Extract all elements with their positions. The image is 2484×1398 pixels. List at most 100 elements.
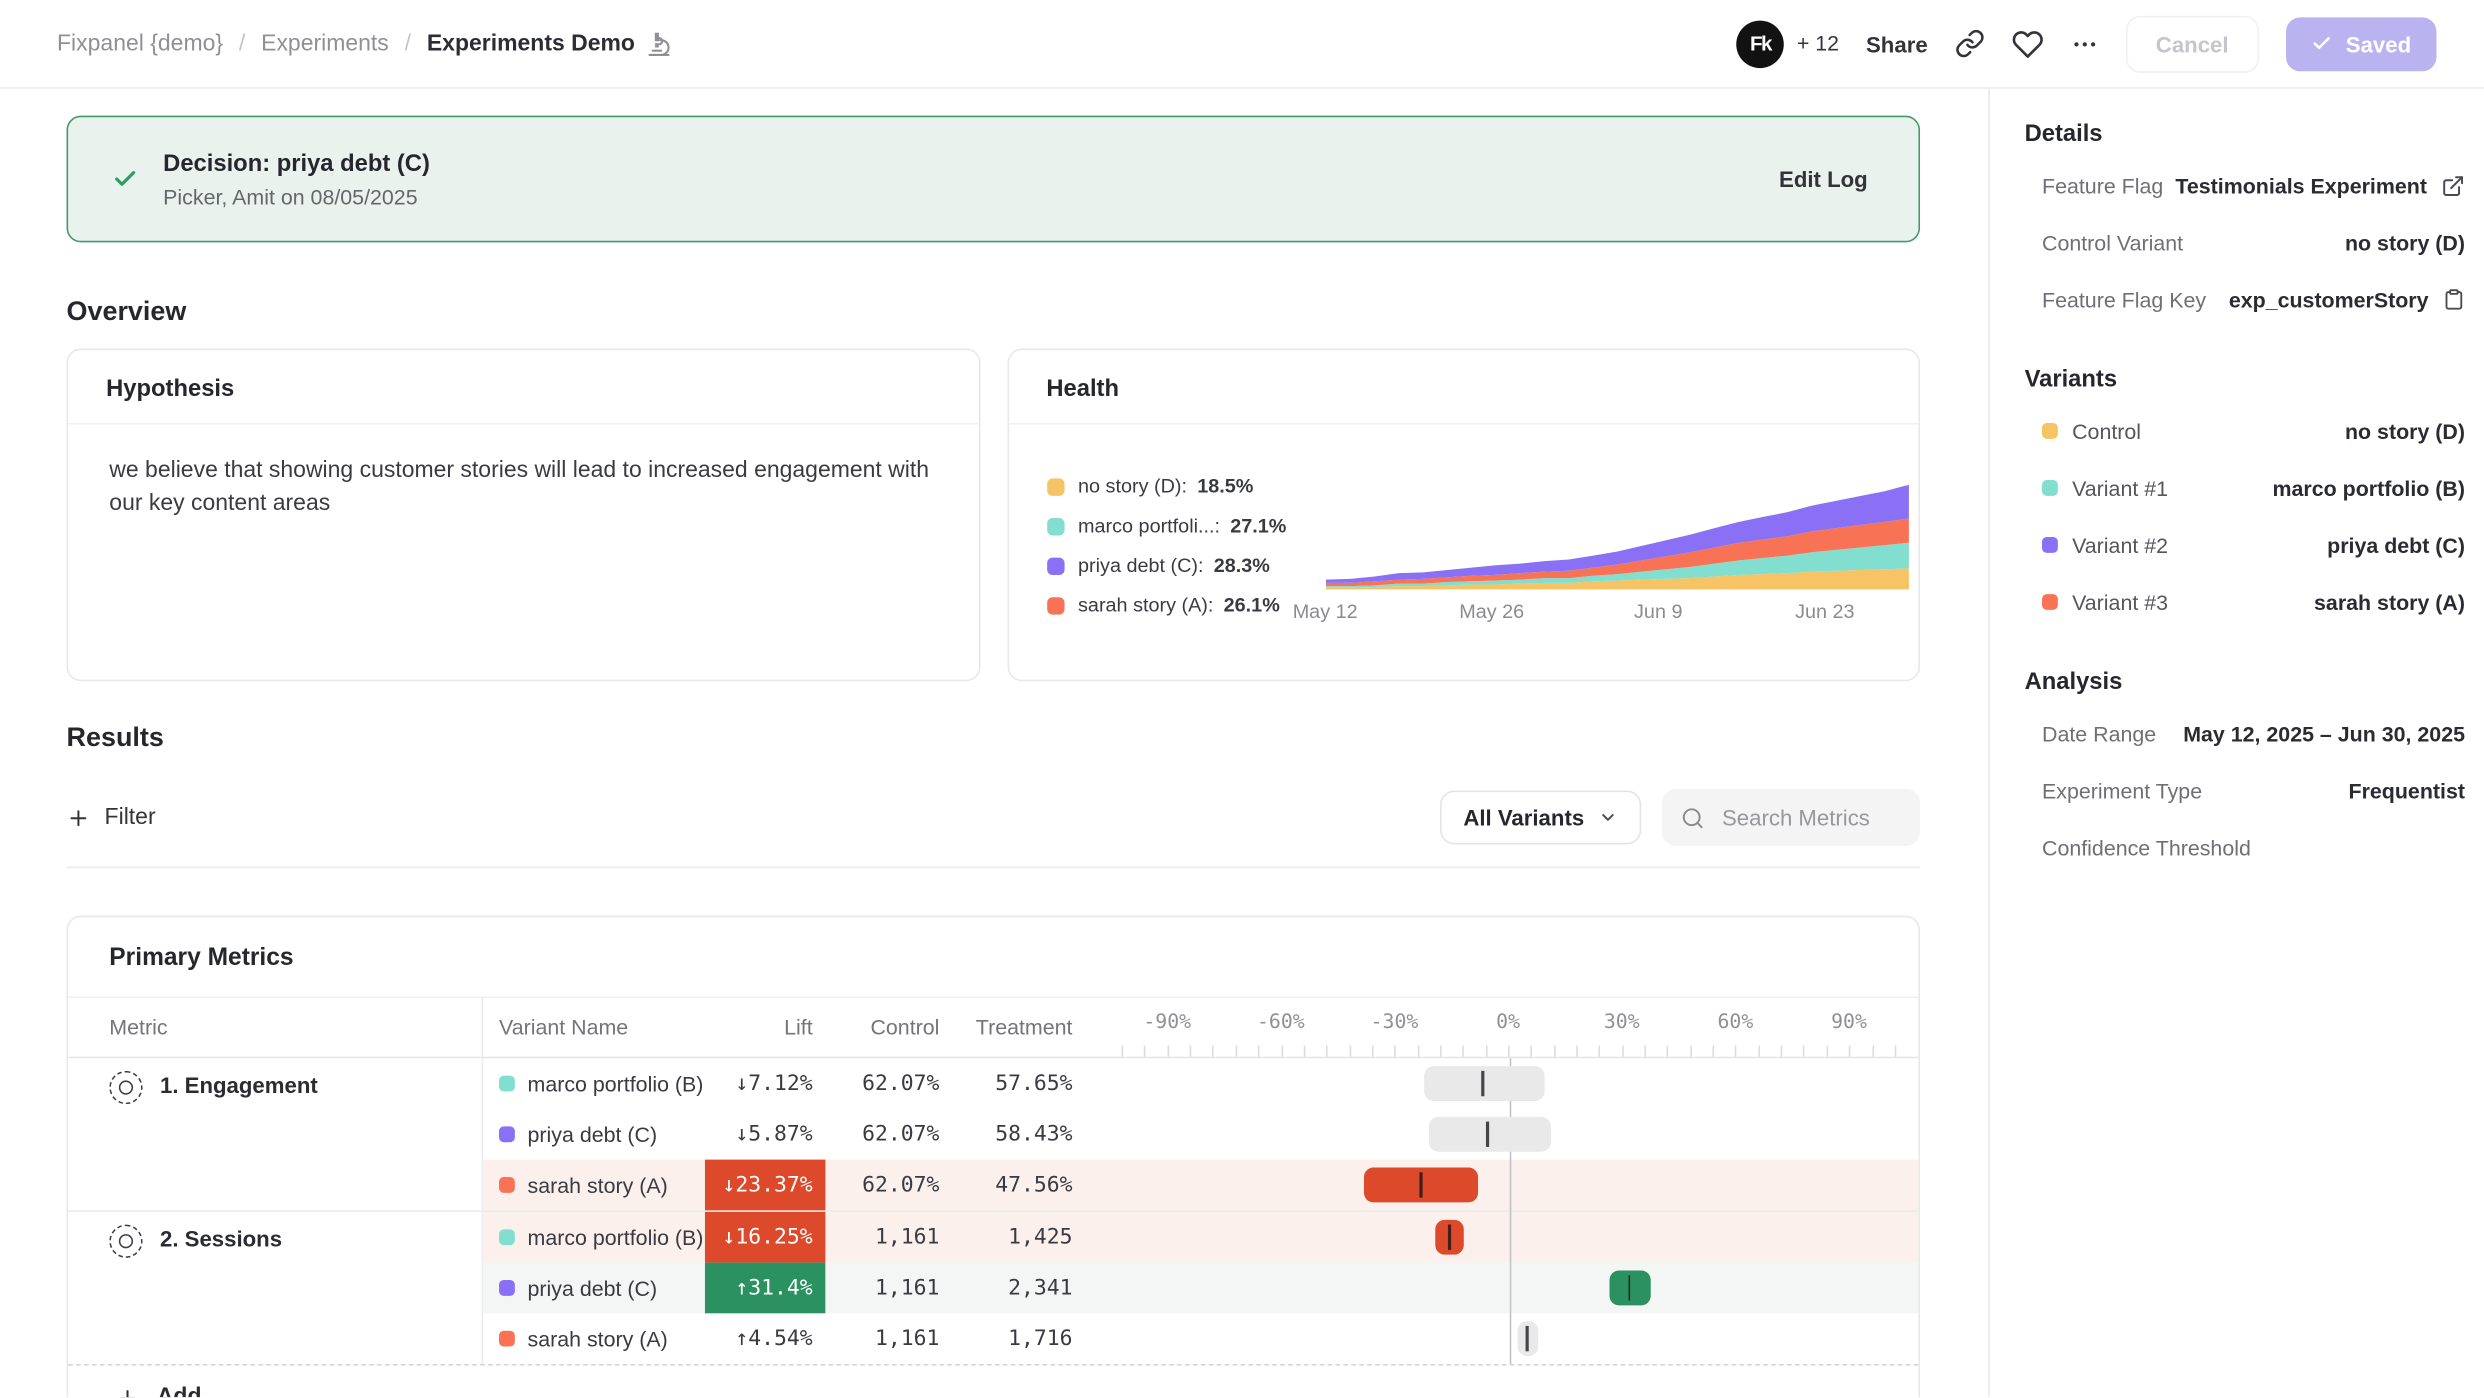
legend-swatch bbox=[1046, 517, 1063, 534]
variant-row: Variant #1marco portfolio (B) bbox=[2025, 459, 2465, 516]
metric-cell[interactable]: 2. Sessions bbox=[68, 1212, 483, 1364]
treatment-value: 1,716 bbox=[952, 1326, 1085, 1351]
variant-name: sarah story (A) bbox=[528, 1173, 668, 1197]
axis-tick bbox=[1190, 1046, 1192, 1057]
analysis-label: Date Range bbox=[2025, 722, 2157, 746]
axis-tick bbox=[1417, 1046, 1419, 1057]
variants-dropdown[interactable]: All Variants bbox=[1440, 791, 1642, 845]
point-estimate-marker bbox=[1481, 1071, 1483, 1096]
health-card: Health no story (D): 18.5%marco portfoli… bbox=[1007, 349, 1920, 682]
lift-value: ↑31.4% bbox=[705, 1263, 825, 1314]
axis-tick bbox=[1167, 1046, 1169, 1057]
app-window: Fixpanel {demo} / Experiments / Experime… bbox=[0, 0, 2484, 1397]
variant-label: Variant #2 bbox=[2072, 533, 2168, 557]
axis-tick-label: 60% bbox=[1717, 1009, 1753, 1033]
feature-flag-value[interactable]: Testimonials Experiment bbox=[2175, 173, 2427, 197]
confidence-interval-cell bbox=[1085, 1160, 1918, 1211]
metric-target-icon bbox=[109, 1071, 142, 1104]
confidence-interval-bar bbox=[1429, 1117, 1551, 1152]
metric-name: 1. Engagement bbox=[160, 1069, 318, 1098]
breadcrumb-page[interactable]: Experiments Demo bbox=[427, 31, 672, 56]
zero-baseline bbox=[1510, 1058, 1512, 1364]
collaborator-count[interactable]: + 12 bbox=[1797, 32, 1839, 56]
saved-button[interactable]: Saved bbox=[2286, 17, 2437, 71]
variant-row: Variant #2priya debt (C) bbox=[2025, 516, 2465, 573]
external-link-icon[interactable] bbox=[2441, 173, 2465, 197]
table-row[interactable]: marco portfolio (B)↓7.12%62.07%57.65% bbox=[483, 1058, 1918, 1109]
point-estimate-marker bbox=[1420, 1172, 1422, 1197]
table-row[interactable]: priya debt (C)↑31.4%1,1612,341 bbox=[483, 1263, 1918, 1314]
add-filter-button[interactable]: Filter bbox=[67, 805, 156, 830]
variant-swatch bbox=[2042, 537, 2058, 553]
axis-tick bbox=[1531, 1046, 1533, 1057]
confidence-interval-bar bbox=[1424, 1066, 1545, 1101]
divider bbox=[67, 867, 1920, 869]
avatar[interactable]: Fk bbox=[1737, 20, 1785, 68]
variant-name: marco portfolio (B) bbox=[528, 1072, 704, 1096]
axis-tick bbox=[1894, 1046, 1896, 1057]
decision-title: Decision: priya debt (C) bbox=[163, 150, 430, 177]
axis-tick bbox=[1349, 1046, 1351, 1057]
lift-value: ↓23.37% bbox=[705, 1160, 825, 1211]
axis-tick bbox=[1372, 1046, 1374, 1057]
saved-label: Saved bbox=[2346, 31, 2411, 56]
breadcrumb: Fixpanel {demo} / Experiments / Experime… bbox=[57, 31, 671, 56]
table-row[interactable]: priya debt (C)↓5.87%62.07%58.43% bbox=[483, 1109, 1918, 1160]
health-title: Health bbox=[1008, 350, 1918, 424]
detail-label: Control Variant bbox=[2025, 230, 2183, 254]
point-estimate-marker bbox=[1526, 1326, 1528, 1351]
table-header: Metric Variant Name Lift Control Treatme… bbox=[68, 998, 1918, 1058]
axis-tick bbox=[1781, 1046, 1783, 1057]
topbar-actions: Fk + 12 Share Cancel Saved bbox=[1737, 15, 2437, 72]
detail-row-control-variant: Control Variant no story (D) bbox=[2025, 214, 2465, 271]
breadcrumb-separator: / bbox=[405, 31, 411, 56]
axis-tick bbox=[1394, 1046, 1396, 1057]
variant-label: Variant #3 bbox=[2072, 590, 2168, 614]
lift-value: ↑4.54% bbox=[705, 1313, 825, 1364]
more-options-icon[interactable] bbox=[2070, 29, 2099, 58]
axis-tick bbox=[1326, 1046, 1328, 1057]
axis-tick bbox=[1508, 1046, 1510, 1057]
check-icon bbox=[2311, 33, 2332, 54]
main-content: Decision: priya debt (C) Picker, Amit on… bbox=[0, 89, 1988, 1398]
table-row[interactable]: sarah story (A)↓23.37%62.07%47.56% bbox=[483, 1160, 1918, 1211]
breadcrumb-section[interactable]: Experiments bbox=[261, 31, 389, 56]
variant-swatch bbox=[2042, 480, 2058, 496]
axis-tick bbox=[1713, 1046, 1715, 1057]
analysis-label: Experiment Type bbox=[2025, 779, 2203, 803]
heart-icon[interactable] bbox=[2012, 28, 2044, 60]
legend-swatch bbox=[1046, 478, 1063, 495]
legend-swatch bbox=[1046, 596, 1063, 613]
variant-label: Control bbox=[2072, 419, 2141, 443]
point-estimate-marker bbox=[1628, 1275, 1630, 1300]
metric-cell[interactable]: 1. Engagement bbox=[68, 1058, 483, 1210]
lift-value: ↓16.25% bbox=[705, 1212, 825, 1263]
variant-row: Controlno story (D) bbox=[2025, 402, 2465, 459]
variants-list: Controlno story (D)Variant #1marco portf… bbox=[2025, 402, 2465, 630]
lift-value: ↓7.12% bbox=[705, 1058, 825, 1109]
results-heading: Results bbox=[67, 722, 1920, 754]
axis-tick bbox=[1644, 1046, 1646, 1057]
column-header-variant: Variant Name bbox=[483, 1015, 705, 1039]
control-value: 62.07% bbox=[825, 1172, 952, 1197]
variant-name: sarah story (A) bbox=[528, 1327, 668, 1351]
search-box[interactable] bbox=[1662, 789, 1920, 846]
confidence-interval-cell bbox=[1085, 1058, 1918, 1109]
table-row[interactable]: sarah story (A)↑4.54%1,1611,716 bbox=[483, 1313, 1918, 1364]
add-metric-button[interactable]: Add bbox=[68, 1364, 1918, 1397]
axis-tick-label: 30% bbox=[1604, 1009, 1640, 1033]
breadcrumb-app[interactable]: Fixpanel {demo} bbox=[57, 31, 223, 56]
axis-tick bbox=[1804, 1046, 1806, 1057]
search-input[interactable] bbox=[1719, 803, 1900, 832]
link-icon[interactable] bbox=[1955, 29, 1985, 59]
health-chart: May 12May 26Jun 9Jun 23 bbox=[1325, 478, 1908, 628]
axis-tick bbox=[1304, 1046, 1306, 1057]
page-title: Experiments Demo bbox=[427, 31, 635, 56]
table-row[interactable]: marco portfolio (B)↓16.25%1,1611,425 bbox=[483, 1212, 1918, 1263]
clipboard-icon[interactable] bbox=[2443, 288, 2465, 310]
edit-log-button[interactable]: Edit Log bbox=[1779, 166, 1868, 191]
treatment-value: 2,341 bbox=[952, 1275, 1085, 1300]
cancel-button[interactable]: Cancel bbox=[2126, 15, 2259, 72]
share-button[interactable]: Share bbox=[1866, 31, 1928, 56]
legend-item: sarah story (A): 26.1% bbox=[1046, 594, 1325, 616]
